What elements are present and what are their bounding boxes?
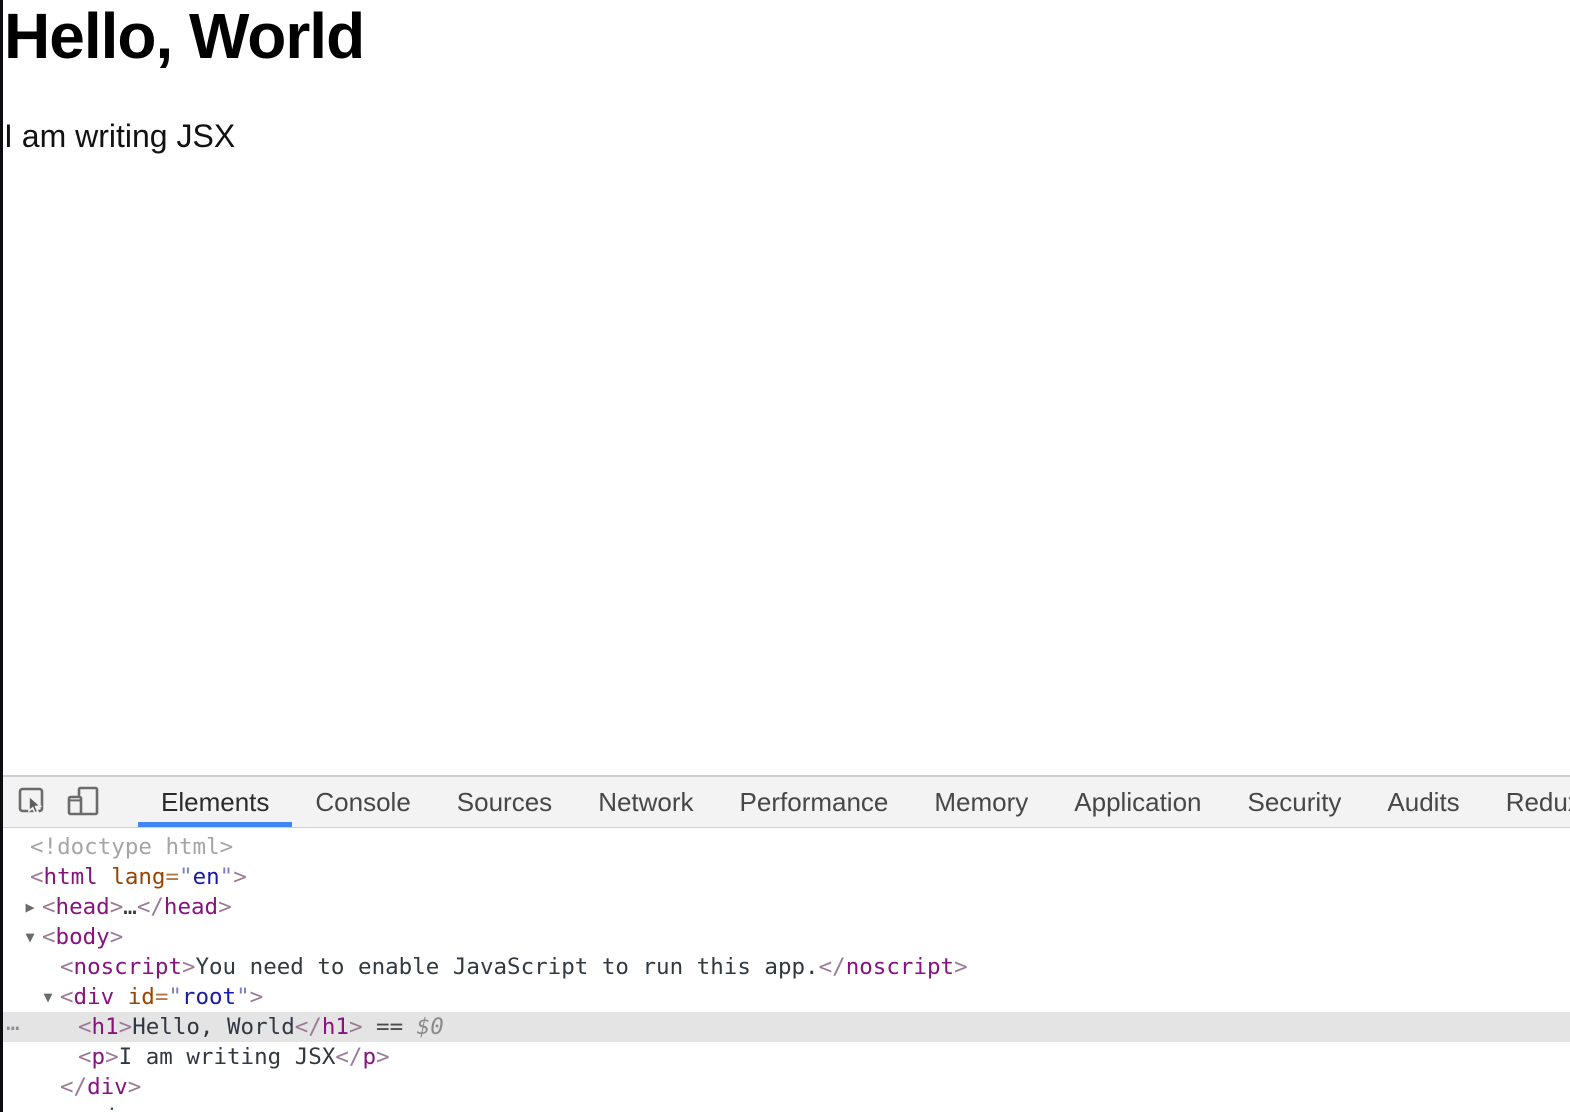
code-token: You need to enable JavaScript to run thi… — [195, 954, 819, 980]
code-token: = — [154, 984, 169, 1010]
code-token: < — [60, 984, 74, 1010]
tab-security[interactable]: Security — [1225, 777, 1365, 827]
code-token: p — [362, 1044, 377, 1070]
code-token: <!doctype html> — [30, 834, 234, 860]
code-token: > — [376, 1044, 390, 1070]
code-token: " — [179, 864, 193, 890]
code-token: <!-- — [78, 1104, 146, 1110]
code-token: > — [249, 984, 264, 1010]
code-token: head — [163, 894, 219, 920]
code-token: </ — [818, 954, 846, 980]
collapse-arrow-icon[interactable]: ▼ — [20, 922, 40, 952]
code-token: " — [219, 864, 234, 890]
tree-line-p[interactable]: <p>I am writing JSX</p> — [0, 1042, 1570, 1072]
tab-memory[interactable]: Memory — [911, 777, 1051, 827]
expand-arrow-icon[interactable]: ▶ — [20, 892, 40, 922]
code-token: < — [60, 954, 74, 980]
tab-elements[interactable]: Elements — [138, 777, 293, 827]
code-token: I am writing JSX — [118, 1044, 336, 1070]
page-paragraph: I am writing JSX — [4, 117, 236, 154]
code-token: $0 — [416, 1014, 444, 1040]
code-token: = — [165, 864, 180, 890]
toggle-device-toolbar-button[interactable] — [66, 785, 100, 819]
code-token: head — [55, 894, 110, 920]
code-token: noscript — [845, 954, 955, 980]
code-token: </ — [335, 1044, 363, 1070]
code-token: > — [233, 864, 247, 890]
code-token: html — [43, 864, 98, 890]
row-menu-dots-icon[interactable]: … — [6, 1008, 22, 1038]
code-token: < — [30, 864, 44, 890]
devtools-panel: Elements Console Sources Network Performance… — [0, 777, 1570, 1110]
tab-application[interactable]: Application — [1051, 777, 1224, 827]
page-heading: Hello, World — [4, 0, 365, 72]
code-token: en — [192, 864, 220, 890]
code-token: div — [87, 1074, 128, 1100]
code-token: noscript — [73, 954, 182, 980]
collapse-arrow-icon[interactable]: ▼ — [38, 982, 58, 1012]
tree-line-head[interactable]: ▶ <head>…</head> — [0, 892, 1570, 922]
tree-line-h1-selected[interactable]: … <h1>Hello, World</h1> == $0 — [0, 1010, 1570, 1042]
tree-line-div-root[interactable]: ▼ <div id="root"> — [0, 982, 1570, 1012]
code-token: > — [109, 924, 124, 950]
code-token: lang — [111, 864, 166, 890]
tab-redux[interactable]: Redux — [1483, 777, 1570, 827]
elements-tree: <!doctype html> <html lang="en"> ▶ <head>…<… — [0, 828, 1570, 1110]
code-token: > — [218, 894, 232, 920]
inspect-element-button[interactable] — [16, 785, 48, 819]
code-token: p — [91, 1044, 106, 1070]
code-token: id — [127, 984, 155, 1010]
code-token: > — [109, 894, 124, 920]
code-token: < — [78, 1014, 92, 1040]
tab-performance[interactable]: Performance — [717, 777, 912, 827]
window-left-border — [0, 0, 3, 1112]
code-token: " — [236, 984, 250, 1010]
tree-line-doctype[interactable]: <!doctype html> — [0, 832, 1570, 862]
code-token: </ — [60, 1074, 88, 1100]
code-token: " — [168, 984, 182, 1010]
tree-line-clipped[interactable]: <!-- — [0, 1102, 1570, 1110]
code-token: h1 — [321, 1014, 349, 1040]
tab-network[interactable]: Network — [575, 777, 716, 827]
code-token: Hello, World — [132, 1014, 295, 1040]
devtools-tabs: Elements Console Sources Network Performance… — [138, 777, 1570, 827]
code-token: == — [362, 1014, 417, 1040]
tree-line-html[interactable]: <html lang="en"> — [0, 862, 1570, 892]
code-token: </ — [294, 1014, 322, 1040]
code-token: div — [73, 984, 115, 1010]
code-token: root — [181, 984, 237, 1010]
code-token: > — [127, 1074, 142, 1100]
tab-audits[interactable]: Audits — [1364, 777, 1482, 827]
tab-console[interactable]: Console — [292, 777, 433, 827]
code-token: < — [42, 924, 56, 950]
devtools-toolbar: Elements Console Sources Network Performance… — [0, 777, 1570, 828]
code-token: </ — [136, 894, 164, 920]
tab-sources[interactable]: Sources — [434, 777, 575, 827]
rendered-page: Hello, World I am writing JSX — [0, 0, 1570, 777]
code-token: < — [42, 894, 56, 920]
code-token: > — [181, 954, 196, 980]
tree-line-noscript[interactable]: <noscript>You need to enable JavaScript … — [0, 952, 1570, 982]
tree-line-body[interactable]: ▼ <body> — [0, 922, 1570, 952]
code-token: … — [123, 894, 137, 920]
inspect-element-icon — [16, 785, 48, 820]
code-token: > — [105, 1044, 119, 1070]
code-token: > — [118, 1014, 133, 1040]
code-token: body — [55, 924, 110, 950]
toggle-device-toolbar-icon — [66, 785, 100, 820]
code-token: h1 — [91, 1014, 119, 1040]
code-token: > — [954, 954, 968, 980]
code-token: < — [78, 1044, 92, 1070]
code-token: > — [348, 1014, 363, 1040]
tree-line-div-close[interactable]: </div> — [0, 1072, 1570, 1102]
